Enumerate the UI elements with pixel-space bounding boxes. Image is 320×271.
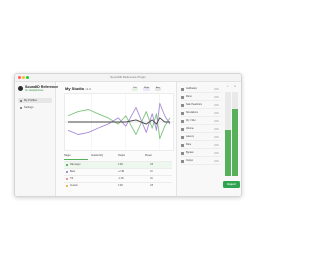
speaker-icon [181, 95, 184, 99]
sidebar-item-label: My Profiles [24, 99, 37, 102]
main-panel: My Studio v1.0 Left Right Avg Target Cus… [56, 82, 175, 196]
toggle-switch[interactable] [214, 120, 219, 122]
color-swatch [66, 184, 69, 188]
title-bar: SoundID Reference Plugin [15, 74, 241, 82]
right-panel: Calibration Mono Safe Headroom Simulations D… [176, 82, 241, 196]
color-swatch [66, 177, 69, 181]
logo-subtitle: for Headphones [25, 89, 44, 92]
chart-svg [65, 94, 173, 150]
category-label: Volume [186, 128, 194, 130]
category-item[interactable]: Dry / Wet [181, 118, 221, 125]
tab-output[interactable]: Output [118, 154, 142, 159]
mute-icon [181, 143, 184, 147]
toggle-switch[interactable] [214, 136, 219, 138]
mix-icon [181, 119, 184, 123]
volume-icon [181, 127, 184, 131]
category-item[interactable]: Mono [181, 94, 221, 101]
toggle-switch[interactable] [214, 88, 219, 90]
meter-right: R [232, 86, 238, 176]
table-row[interactable]: Flat target 0 dB Off [64, 161, 172, 168]
row-value: 0 dB [118, 185, 123, 187]
power-icon [181, 151, 184, 155]
category-item[interactable]: Volume [181, 126, 221, 133]
frequency-response-chart[interactable] [64, 93, 174, 151]
gear-icon [19, 106, 22, 109]
clock-icon [181, 135, 184, 139]
category-label: Dry / Wet [186, 120, 196, 122]
meter-fill [225, 129, 231, 176]
color-swatch [66, 163, 69, 167]
category-item[interactable]: Mute [181, 142, 221, 149]
row-state: Off [150, 185, 154, 187]
tab-custom-eq[interactable]: Custom EQ [91, 154, 115, 159]
sidebar-item-label: Settings [24, 106, 34, 109]
export-button[interactable]: Export [223, 181, 240, 188]
category-item[interactable]: Calibration [181, 86, 221, 93]
sidebar-item-settings[interactable]: Settings [18, 105, 52, 110]
toggle-switch[interactable] [214, 128, 219, 130]
toggle-switch[interactable] [214, 160, 219, 162]
headphones-icon [19, 99, 22, 102]
category-label: Calibration [186, 88, 197, 90]
category-item[interactable]: Simulations [181, 110, 221, 117]
settings-table: Target Custom EQ Output Preset Flat targ… [64, 154, 172, 194]
category-label: Safe Headroom [186, 104, 203, 106]
logo-icon [18, 86, 23, 91]
category-label: Mono [186, 96, 192, 98]
category-item[interactable]: Bypass [181, 150, 221, 157]
meter-label: L [227, 86, 229, 88]
legend-left[interactable]: Left [132, 87, 138, 91]
category-label: Simulations [186, 112, 198, 114]
legend-avg[interactable]: Avg [155, 87, 161, 91]
headphones-icon [181, 111, 184, 115]
plugin-window: SoundID Reference Plugin SoundID Referen… [14, 73, 242, 197]
sidebar: SoundID Reference for Headphones My Prof… [15, 82, 58, 196]
category-label: Bypass [186, 152, 194, 154]
table-row[interactable]: Custom 0 dB Off [64, 182, 172, 189]
wave-icon [181, 87, 184, 91]
output-meters: L R [224, 86, 239, 176]
tab-target[interactable]: Target [64, 154, 88, 160]
category-label: Output [186, 160, 193, 162]
toggle-switch[interactable] [214, 152, 219, 154]
meter-left: L [225, 86, 231, 176]
tab-preset[interactable]: Preset [145, 154, 169, 159]
sidebar-item-profiles[interactable]: My Profiles [18, 98, 52, 103]
category-label: Latency [186, 136, 195, 138]
profile-name: My Studio [65, 86, 85, 91]
table-row[interactable]: Tilt -1 dB On [64, 175, 172, 182]
toggle-switch[interactable] [214, 96, 219, 98]
row-name: Custom [70, 185, 78, 187]
category-item[interactable]: Latency [181, 134, 221, 141]
meter-label: R [234, 86, 236, 88]
category-label: Mute [186, 144, 192, 146]
toggle-switch[interactable] [214, 144, 219, 146]
profile-title[interactable]: My Studio v1.0 [65, 86, 91, 92]
shield-icon [181, 103, 184, 107]
color-swatch [66, 170, 69, 174]
category-item[interactable]: Output [181, 158, 221, 165]
category-item[interactable]: Safe Headroom [181, 102, 221, 109]
toggle-switch[interactable] [214, 104, 219, 106]
profile-version: v1.0 [85, 87, 91, 91]
toggle-switch[interactable] [214, 112, 219, 114]
output-icon [181, 159, 184, 163]
window-title: SoundID Reference Plugin [110, 75, 146, 79]
table-row[interactable]: Bass +2 dB On [64, 168, 172, 175]
meter-fill [232, 108, 238, 176]
legend-right[interactable]: Right [143, 87, 151, 91]
